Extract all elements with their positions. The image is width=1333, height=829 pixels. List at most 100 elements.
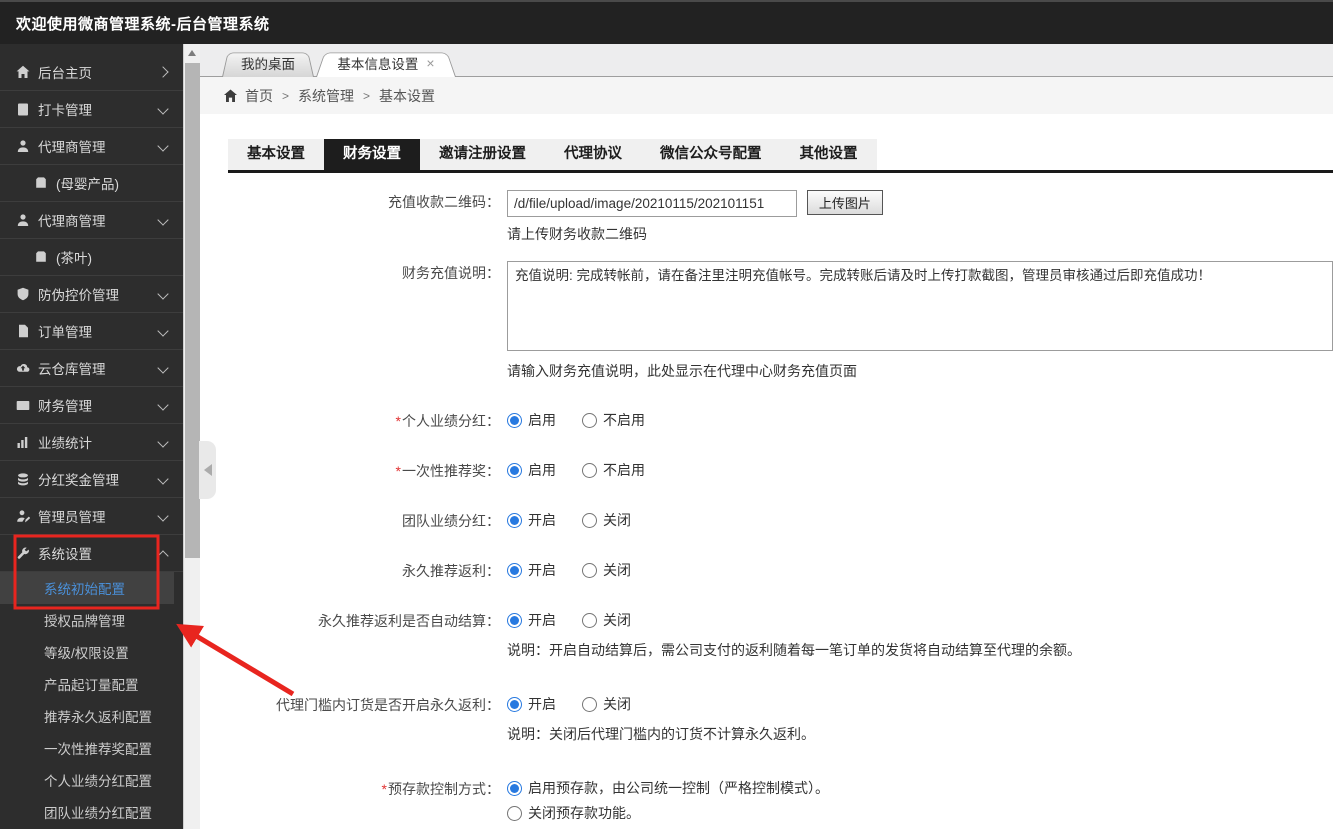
radio-option[interactable]: 开启 <box>507 693 556 715</box>
finance-settings-form: 充值收款二维码： 上传图片 请上传财务收款二维码 财务充值说明： 请输入财务充值… <box>228 190 1333 829</box>
recharge-note-textarea[interactable] <box>507 261 1333 351</box>
radio-option[interactable]: 开启 <box>507 609 556 631</box>
scroll-up-arrow-icon[interactable] <box>184 44 200 61</box>
doc-icon <box>15 324 30 339</box>
form-row: 永久推荐返利是否自动结算： 开启 关闭 说明：开启自动结算后，需公司支付的返利随… <box>228 609 1333 660</box>
radio-option[interactable]: 不启用 <box>582 409 645 431</box>
radio-icon[interactable] <box>507 780 522 796</box>
close-icon[interactable]: × <box>426 56 434 70</box>
radio-icon[interactable] <box>582 462 597 478</box>
radio-icon[interactable] <box>582 412 597 428</box>
radio-icon[interactable] <box>582 696 597 712</box>
form-row: *个人业绩分红： 启用 不启用 <box>228 409 1333 433</box>
sidebar-subitem[interactable]: 团队业绩分红配置 <box>0 796 183 828</box>
sidebar-collapse-handle[interactable] <box>199 441 216 499</box>
chevron-icon <box>157 325 169 337</box>
sidebar-subitem[interactable]: 等级/权限设置 <box>0 636 183 668</box>
tab-basic-info-settings[interactable]: 基本信息设置 × <box>316 49 456 77</box>
radio-option[interactable]: 关闭预存款功能。 <box>507 802 829 824</box>
sidebar-item[interactable]: 业绩统计 <box>0 424 183 461</box>
radio-option[interactable]: 开启 <box>507 559 556 581</box>
sidebar-subitem[interactable]: 系统初始配置 <box>0 572 174 604</box>
content-tab[interactable]: 基本设置 <box>228 139 324 170</box>
radio-option[interactable]: 开启 <box>507 509 556 531</box>
sidebar-item[interactable]: 系统设置 <box>0 535 183 572</box>
chevron-icon <box>157 140 169 152</box>
radio-icon[interactable] <box>507 512 522 528</box>
breadcrumb-home[interactable]: 首页 <box>245 86 273 106</box>
sidebar-item[interactable]: 打卡管理 <box>0 91 183 128</box>
radio-icon[interactable] <box>507 562 522 578</box>
chevron-icon <box>157 436 169 448</box>
content-tab[interactable]: 微信公众号配置 <box>641 139 781 170</box>
content-tab[interactable]: 其他设置 <box>781 139 877 170</box>
radio-icon[interactable] <box>582 512 597 528</box>
radio-option[interactable]: 关闭 <box>582 509 631 531</box>
qr-path-input[interactable] <box>507 190 797 217</box>
sidebar-item[interactable]: 后台主页 <box>0 54 183 91</box>
sidebar: 后台主页 打卡管理 代理商管理 (母婴产品) 代理商管理 (茶叶) 防伪控价管理… <box>0 44 183 829</box>
radio-icon[interactable] <box>507 696 522 712</box>
content-tab[interactable]: 财务设置 <box>324 139 420 170</box>
radio-icon[interactable] <box>582 562 597 578</box>
sidebar-item[interactable]: 分红奖金管理 <box>0 461 183 498</box>
sidebar-item[interactable]: (茶叶) <box>0 239 183 276</box>
sidebar-subitem[interactable]: 授权品牌管理 <box>0 604 183 636</box>
radio-icon[interactable] <box>582 612 597 628</box>
main-area: 我的桌面 基本信息设置 × 首页 > 系统管理 > 基本设置 基本设置 财务设置邀… <box>200 44 1333 829</box>
chevron-icon <box>157 66 169 78</box>
sidebar-subitem[interactable]: 产品起订量配置 <box>0 668 183 700</box>
radio-option[interactable]: 关闭 <box>582 559 631 581</box>
box-icon <box>33 250 48 265</box>
topbar: 欢迎使用微商管理系统-后台管理系统 <box>0 0 1333 44</box>
radio-option[interactable]: 启用预存款，由公司统一控制（严格控制模式）。 <box>507 777 829 799</box>
sidebar-subitem[interactable]: 一次性推荐奖配置 <box>0 732 183 764</box>
clipboard-icon <box>15 102 30 117</box>
form-row: *一次性推荐奖： 启用 不启用 <box>228 459 1333 483</box>
collapse-left-icon <box>203 464 212 476</box>
sidebar-item[interactable]: 代理商管理 <box>0 202 183 239</box>
tab-label: 基本信息设置 <box>337 57 419 72</box>
form-row: 团队业绩分红： 开启 关闭 <box>228 509 1333 533</box>
sidebar-item[interactable]: 防伪控价管理 <box>0 276 183 313</box>
sidebar-scrollbar[interactable] <box>183 44 200 829</box>
radio-option[interactable]: 启用 <box>507 409 556 431</box>
field-hint: 请上传财务收款二维码 <box>507 226 647 242</box>
field-note: 说明：开启自动结算后，需公司支付的返利随着每一笔订单的发货将自动结算至代理的余额… <box>507 642 1081 658</box>
radio-option[interactable]: 不启用 <box>582 459 645 481</box>
field-note: 说明：关闭后代理门槛内的订货不计算永久返利。 <box>507 726 815 742</box>
tab-label: 我的桌面 <box>241 57 295 72</box>
sidebar-subitem[interactable]: 推荐永久返利配置 <box>0 700 183 732</box>
sidebar-item[interactable]: (母婴产品) <box>0 165 183 202</box>
wrench-icon <box>15 546 30 561</box>
radio-icon[interactable] <box>507 462 522 478</box>
shield-icon <box>15 287 30 302</box>
radio-icon[interactable] <box>507 412 522 428</box>
scrollbar-thumb[interactable] <box>185 63 200 558</box>
tab-my-desktop[interactable]: 我的桌面 <box>222 49 314 77</box>
upload-image-button[interactable]: 上传图片 <box>806 190 883 215</box>
sidebar-item[interactable]: 云仓库管理 <box>0 350 183 387</box>
cloud-icon <box>15 361 30 376</box>
coins-icon <box>15 472 30 487</box>
sidebar-item[interactable]: 订单管理 <box>0 313 183 350</box>
radio-icon[interactable] <box>507 805 522 821</box>
chevron-icon <box>157 103 169 115</box>
sidebar-subitem[interactable]: 个人业绩分红配置 <box>0 764 183 796</box>
chevron-icon <box>157 550 169 562</box>
sidebar-item[interactable]: 代理商管理 <box>0 128 183 165</box>
content-tab[interactable]: 代理协议 <box>545 139 641 170</box>
breadcrumb: 首页 > 系统管理 > 基本设置 <box>200 77 1333 114</box>
radio-option[interactable]: 关闭 <box>582 609 631 631</box>
required-mark: * <box>381 781 387 797</box>
sidebar-item[interactable]: 财务管理 <box>0 387 183 424</box>
radio-option[interactable]: 启用 <box>507 459 556 481</box>
content-tab[interactable]: 邀请注册设置 <box>420 139 545 170</box>
radio-icon[interactable] <box>507 612 522 628</box>
breadcrumb-system-management[interactable]: 系统管理 <box>298 86 354 106</box>
sidebar-item[interactable]: 管理员管理 <box>0 498 183 535</box>
admin-icon <box>15 509 30 524</box>
user-icon <box>15 139 30 154</box>
radio-option[interactable]: 关闭 <box>582 693 631 715</box>
breadcrumb-separator: > <box>282 88 290 103</box>
